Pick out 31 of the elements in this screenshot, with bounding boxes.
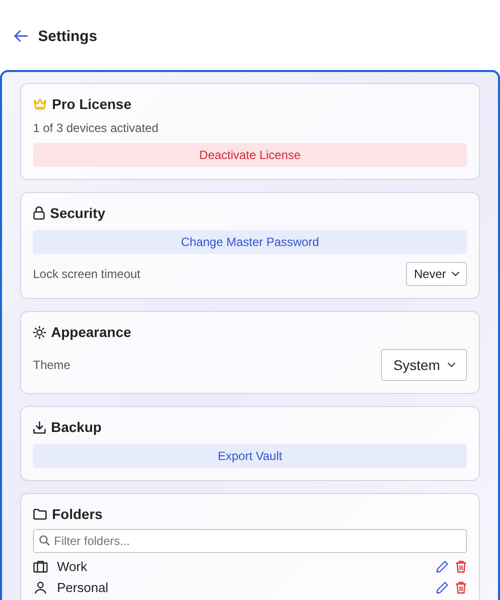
- download-icon: [33, 420, 46, 434]
- folder-icon: [33, 508, 47, 520]
- pencil-icon[interactable]: [436, 581, 449, 594]
- trash-icon[interactable]: [455, 581, 467, 594]
- dropdown[interactable]: Never: [406, 262, 467, 286]
- dropdown[interactable]: System: [381, 349, 467, 381]
- action-button[interactable]: Change Master Password: [33, 230, 467, 254]
- section-title: Folders: [52, 506, 103, 522]
- activation-status: 1 of 3 devices activated: [33, 121, 160, 135]
- sun-icon: [33, 326, 46, 338]
- action-button[interactable]: Export Vault: [33, 444, 467, 468]
- setting-label: Theme: [33, 358, 70, 372]
- setting-label: Lock screen timeout: [33, 267, 140, 281]
- search-field[interactable]: Filter folders...: [33, 529, 467, 553]
- chevron-down-icon: [447, 362, 456, 368]
- briefcase-icon: [33, 560, 48, 573]
- lock-icon: [33, 206, 45, 220]
- pencil-icon[interactable]: [436, 560, 449, 573]
- chevron-down-icon: [451, 271, 460, 277]
- section-title: Backup: [51, 419, 102, 435]
- section-title: Security: [50, 205, 106, 221]
- folder-name[interactable]: Personal: [57, 580, 430, 595]
- trash-icon[interactable]: [455, 560, 467, 573]
- section-title: Pro License: [52, 96, 132, 112]
- section-title: Appearance: [51, 324, 132, 340]
- page-title: Settings: [38, 28, 98, 44]
- back-arrow-icon[interactable]: [14, 30, 28, 42]
- person-icon: [33, 581, 48, 594]
- crown-icon: [33, 98, 47, 110]
- deactivate-button[interactable]: Deactivate License: [33, 143, 467, 167]
- folder-name[interactable]: Work: [57, 559, 430, 574]
